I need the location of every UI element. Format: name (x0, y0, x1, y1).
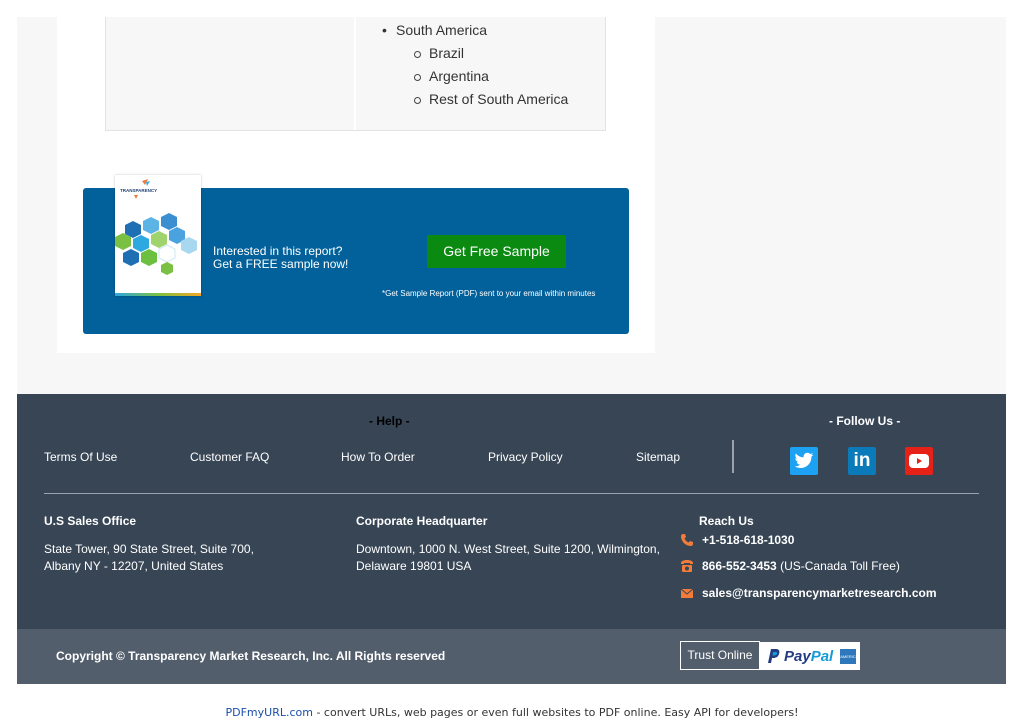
paypal-text-pal: Pal (810, 647, 834, 665)
reach-us-title: Reach Us (699, 514, 754, 528)
pdf-credit-line: PDFmyURL.com - convert URLs, web pages o… (0, 706, 1024, 719)
paypal-icon (768, 648, 780, 663)
banner-text: Interested in this report? Get a FREE sa… (213, 245, 348, 271)
copyright-text: Copyright © Transparency Market Research… (56, 649, 446, 663)
page: South America Brazil Argentina Rest of S… (0, 0, 1024, 723)
hexagon-art-icon (115, 213, 197, 275)
paypal-text-pay: Pay (784, 647, 811, 665)
cover-color-band (115, 293, 201, 296)
region-table: South America Brazil Argentina Rest of S… (105, 17, 606, 131)
how-to-order-link[interactable]: How To Order (341, 450, 415, 464)
pdfmyurl-link[interactable]: PDFmyURL.com (225, 706, 312, 719)
pdf-credit-text: - convert URLs, web pages or even full w… (312, 706, 799, 719)
region-table-left-cell (106, 17, 356, 130)
follow-us-heading: - Follow Us - (829, 414, 901, 428)
youtube-button[interactable] (905, 447, 933, 475)
region-child: Brazil (396, 42, 568, 65)
youtube-icon (909, 454, 929, 468)
cover-logo-text: TRANSPARENCY (120, 188, 157, 193)
paypal-badge: PayPal AMERICAN EXPRESS (759, 642, 860, 670)
customer-faq-link[interactable]: Customer FAQ (190, 450, 269, 464)
terms-of-use-link[interactable]: Terms Of Use (44, 450, 117, 464)
cover-logo-icon: TRANSPARENCY (120, 179, 157, 199)
get-free-sample-button[interactable]: Get Free Sample (427, 235, 566, 268)
amex-icon: AMERICAN EXPRESS (840, 648, 857, 664)
trust-online-badge[interactable]: Trust Online (680, 641, 760, 670)
report-cover-image: TRANSPARENCY (115, 175, 201, 296)
help-heading: - Help - (369, 414, 410, 428)
footer-horizontal-divider (44, 493, 979, 494)
banner-line-2: Get a FREE sample now! (213, 257, 349, 271)
us-office-line-2: Albany NY - 12207, United States (44, 559, 224, 573)
phone-2-note: (US-Canada Toll Free) (776, 559, 900, 573)
hq-line-2: Delaware 19801 USA (356, 559, 472, 573)
footer-vertical-divider (732, 440, 734, 473)
twitter-icon (794, 452, 814, 468)
email-row[interactable]: sales@transparencymarketresearch.com (680, 586, 937, 600)
sitemap-link[interactable]: Sitemap (636, 450, 680, 464)
phone-1-number: +1-518-618-1030 (702, 533, 795, 547)
twitter-button[interactable] (790, 447, 818, 475)
phone-2-number: 866-552-3453 (702, 559, 777, 573)
sample-note: *Get Sample Report (PDF) sent to your em… (382, 289, 596, 298)
paypal-logo-text: PayPal (784, 648, 833, 665)
linkedin-button[interactable]: in (848, 447, 876, 475)
hq-line-1: Downtown, 1000 N. West Street, Suite 120… (356, 542, 660, 556)
us-office-address: State Tower, 90 State Street, Suite 700,… (44, 541, 254, 575)
region-child: Rest of South America (396, 88, 568, 111)
privacy-policy-link[interactable]: Privacy Policy (488, 450, 563, 464)
region-child: Argentina (396, 65, 568, 88)
region-list: South America Brazil Argentina Rest of S… (382, 19, 568, 111)
us-office-title: U.S Sales Office (44, 514, 137, 528)
phone-1-row[interactable]: +1-518-618-1030 (680, 533, 794, 547)
phone-icon (681, 534, 693, 546)
email-address: sales@transparencymarketresearch.com (702, 586, 937, 600)
hq-address: Downtown, 1000 N. West Street, Suite 120… (356, 541, 660, 575)
mail-icon (680, 588, 694, 598)
linkedin-icon: in (853, 450, 871, 471)
phone-2-row[interactable]: 866-552-3453 (US-Canada Toll Free) (680, 559, 900, 573)
us-office-line-1: State Tower, 90 State Street, Suite 700, (44, 542, 254, 556)
telephone-icon (681, 560, 693, 572)
region-parent: South America (382, 19, 568, 42)
hq-title: Corporate Headquarter (356, 514, 488, 528)
